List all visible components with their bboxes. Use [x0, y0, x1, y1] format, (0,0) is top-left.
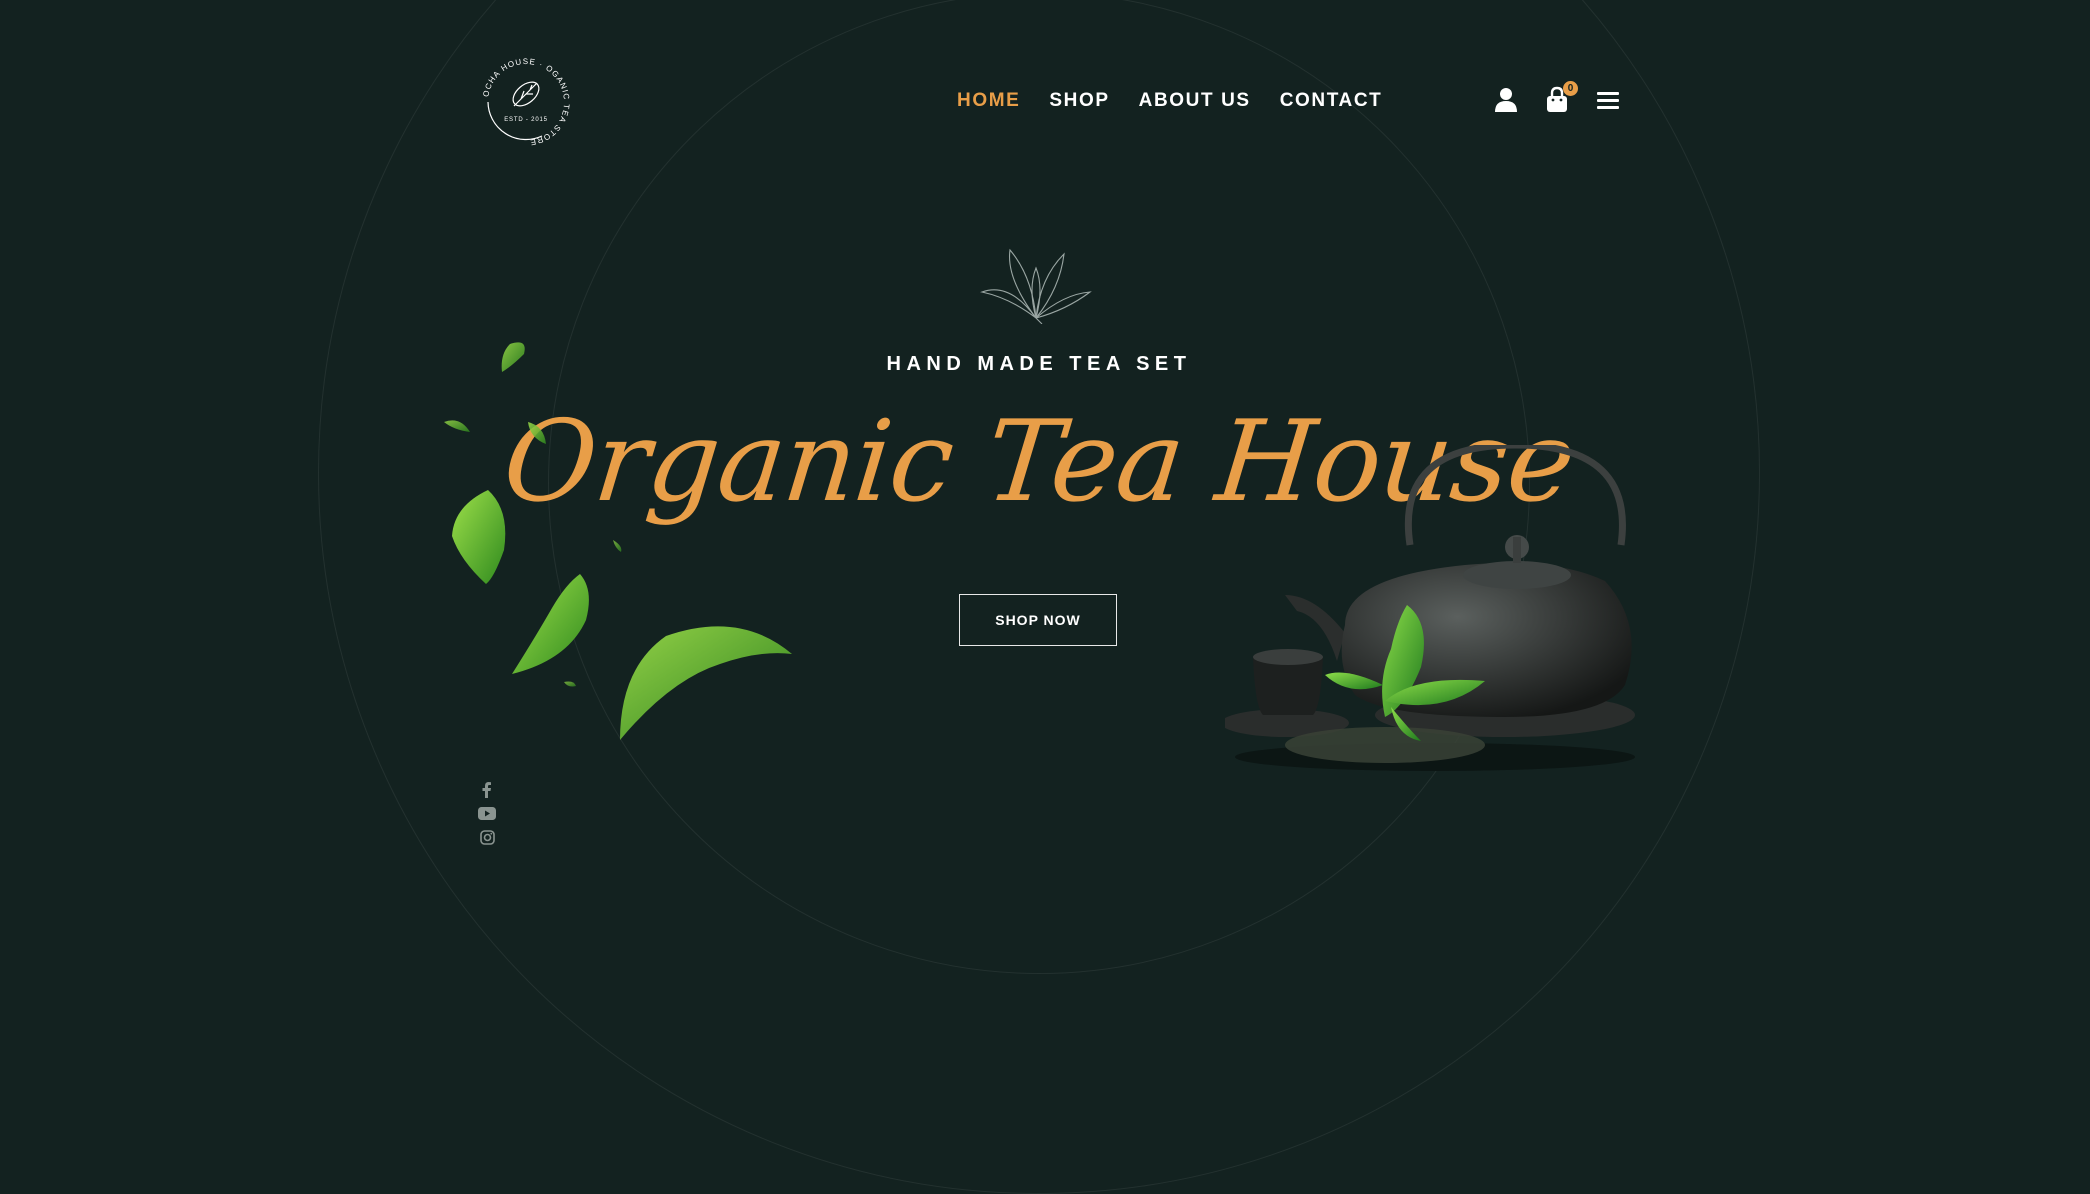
nav-item-shop[interactable]: SHOP [1049, 90, 1109, 111]
social-links [478, 781, 496, 845]
cart-button[interactable]: 0 [1545, 81, 1578, 114]
main-nav: HOME SHOP ABOUT US CONTACT [957, 90, 1382, 112]
facebook-link[interactable] [478, 781, 496, 798]
instagram-icon [479, 830, 495, 845]
site-logo[interactable]: OCHA HOUSE · OGANIC TEA STORE ESTD - 201… [474, 50, 578, 154]
logo-leaf-icon [512, 81, 540, 107]
instagram-link[interactable] [478, 830, 496, 845]
header-icons: 0 [1494, 81, 1620, 114]
teapot-image [1225, 445, 1635, 771]
nav-item-about-us[interactable]: ABOUT US [1139, 90, 1251, 111]
menu-button[interactable] [1596, 86, 1620, 114]
tea-leaf-sketch-icon [980, 248, 1092, 324]
flying-tea-leaves [444, 342, 792, 740]
facebook-icon [482, 781, 491, 798]
youtube-icon [478, 807, 496, 820]
hero-subtitle: HAND MADE TEA SET [886, 353, 1192, 375]
cart-count-badge: 0 [1563, 81, 1578, 96]
hamburger-menu-icon [1597, 92, 1619, 109]
logo-established: ESTD - 2015 [504, 117, 547, 123]
youtube-link[interactable] [478, 806, 496, 821]
nav-item-contact[interactable]: CONTACT [1280, 90, 1383, 111]
user-icon [1495, 88, 1517, 112]
shop-now-button[interactable]: SHOP NOW [959, 594, 1117, 646]
user-button[interactable] [1494, 86, 1518, 114]
hero-title: Organic Tea House [497, 397, 1581, 527]
logo-ring-text: OCHA HOUSE · OGANIC TEA STORE [481, 57, 571, 147]
nav-item-home[interactable]: HOME [957, 90, 1020, 111]
